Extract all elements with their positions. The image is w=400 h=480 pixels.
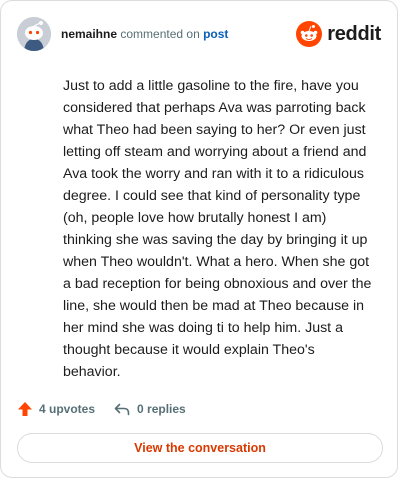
reddit-wordmark: reddit	[327, 22, 381, 45]
post-link[interactable]: post	[203, 27, 228, 41]
comment-header: nemaihne commented on post reddit	[17, 17, 381, 51]
avatar[interactable]	[17, 17, 51, 51]
action-text: commented on	[120, 27, 200, 41]
snoo-avatar-icon	[17, 17, 51, 51]
reply-count: 0 replies	[137, 402, 186, 416]
author-name[interactable]: nemaihne	[61, 27, 117, 41]
upvote-arrow-icon	[18, 402, 32, 416]
reddit-logo-icon	[296, 21, 323, 47]
comment-body: Just to add a little gasoline to the fir…	[63, 78, 372, 380]
upvote-count: 4 upvotes	[39, 402, 96, 416]
comment-actions: 4 upvotes 0 replies	[17, 399, 204, 419]
comment-meta: nemaihne commented on post	[61, 27, 228, 41]
reply-arrow-icon	[114, 403, 130, 416]
view-conversation-button[interactable]: View the conversation	[17, 433, 383, 463]
embedded-comment-card: nemaihne commented on post reddit Just t…	[0, 0, 398, 478]
reddit-logo[interactable]: reddit	[296, 21, 381, 47]
reply-button[interactable]: 0 replies	[113, 401, 186, 417]
upvote-button[interactable]: 4 upvotes	[17, 401, 95, 417]
